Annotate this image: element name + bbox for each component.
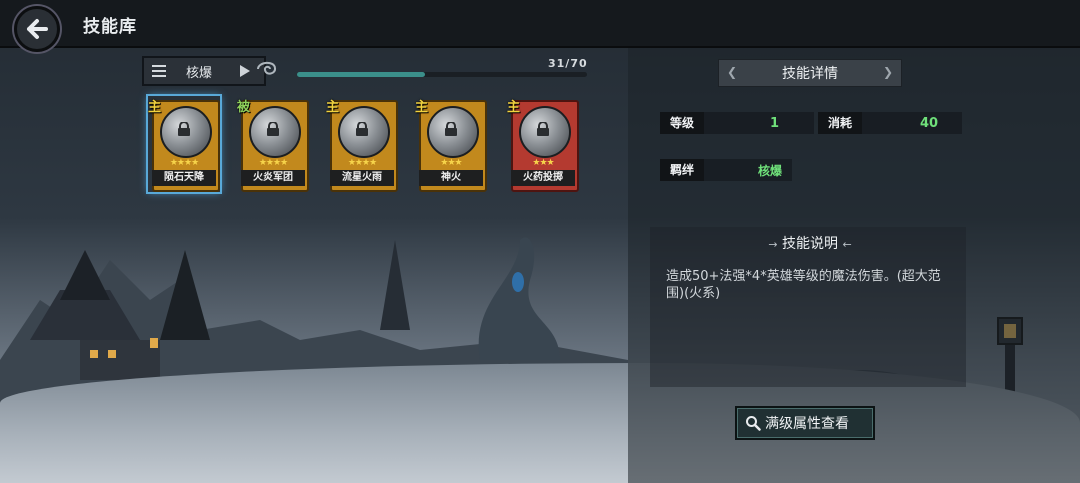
- magnifier-icon: [746, 416, 761, 431]
- description-title-text: 技能说明: [782, 236, 838, 252]
- lock-icon: [537, 122, 549, 136]
- stat-bond-value: 核爆: [758, 163, 783, 178]
- view-max-level-label: 满级属性查看: [765, 416, 849, 432]
- skill-card[interactable]: ★★★★ 陨石天降 主: [146, 94, 222, 194]
- description-title: → 技能说明 ←: [745, 233, 875, 253]
- stat-cost: 消耗 40: [818, 111, 963, 135]
- view-max-level-button[interactable]: 满级属性查看: [735, 406, 875, 440]
- description-text: 造成50+法强*4*英雄等级的魔法伤害。(超大范围)(火系): [666, 269, 941, 301]
- skill-card[interactable]: ★★★★ 流星火雨 主: [326, 96, 398, 192]
- star-rating: ★★★★: [347, 158, 377, 168]
- play-arrow-icon: [240, 65, 250, 77]
- lock-icon: [178, 122, 190, 136]
- skill-name: 流星火雨: [330, 170, 394, 186]
- skill-name: 陨石天降: [152, 170, 216, 186]
- arrow-left-icon: [27, 19, 48, 39]
- star-rating: ★★★: [440, 158, 462, 168]
- skill-card[interactable]: ★★★ 神火 主: [415, 96, 487, 192]
- list-icon: [152, 65, 166, 77]
- swirl-ornament-icon: [257, 61, 277, 75]
- stat-level-label: 等级: [660, 112, 705, 134]
- skill-type-badge: 主: [148, 100, 162, 115]
- skill-name: 神火: [419, 170, 483, 186]
- star-rating: ★★★: [532, 158, 554, 168]
- stat-bond: 羁绊 核爆: [660, 158, 793, 182]
- skill-type-badge: 被: [237, 100, 251, 115]
- ornament-right-icon: ❯: [883, 65, 894, 79]
- stat-cost-label: 消耗: [818, 112, 863, 134]
- lock-icon: [267, 122, 279, 136]
- detail-title: 技能详情: [782, 66, 838, 82]
- bond-filter-tab[interactable]: 核爆: [142, 56, 266, 86]
- detail-header: ❮ 技能详情 ❯: [718, 59, 902, 87]
- arrow-left-small-icon: ←: [842, 238, 852, 251]
- stat-level-value: 1: [770, 115, 780, 131]
- filter-label: 核爆: [186, 65, 213, 81]
- star-rating: ★★★★: [169, 158, 199, 168]
- skill-type-badge: 主: [326, 100, 340, 115]
- ornament-left-icon: ❮: [727, 65, 738, 79]
- stat-level-bar: [704, 112, 815, 134]
- page-title: 技能库: [83, 17, 137, 37]
- arrow-right-icon: →: [768, 238, 778, 251]
- collection-progress-bar: [297, 72, 587, 77]
- skill-name: 火药投掷: [511, 170, 575, 186]
- stat-cost-value: 40: [920, 115, 939, 131]
- lock-icon: [356, 122, 368, 136]
- lock-icon: [445, 122, 457, 136]
- stat-cost-bar: [862, 112, 963, 134]
- collection-count: 31/70: [548, 57, 588, 70]
- progress-fill: [297, 72, 425, 77]
- skill-card[interactable]: ★★★★ 火炎军团 被: [237, 96, 309, 192]
- back-button[interactable]: [14, 6, 60, 52]
- stat-bond-label: 羁绊: [660, 159, 705, 181]
- skill-card[interactable]: ★★★ 火药投掷 主: [507, 96, 579, 192]
- top-bar: 技能库: [0, 0, 1080, 52]
- skill-type-badge: 主: [415, 100, 429, 115]
- skill-type-badge: 主: [507, 100, 521, 115]
- star-rating: ★★★★: [258, 158, 288, 168]
- skill-name: 火炎军团: [241, 170, 305, 186]
- stat-level: 等级 1: [660, 111, 815, 135]
